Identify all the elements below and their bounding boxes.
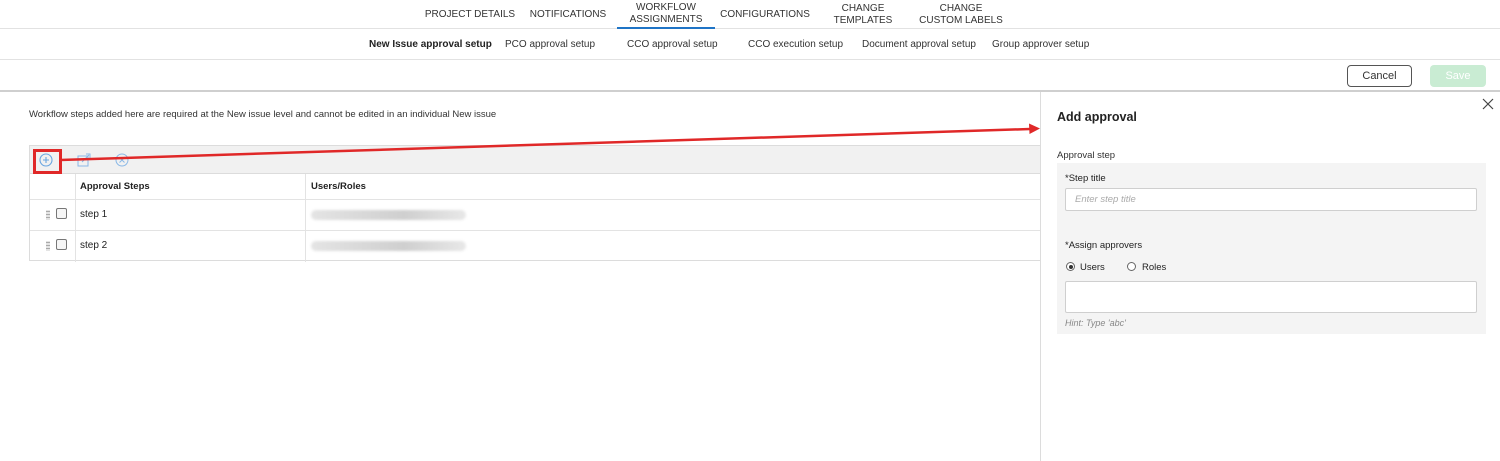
step-name: step 2 xyxy=(80,240,108,251)
approvers-hint: Hint: Type 'abc' xyxy=(1065,318,1126,328)
add-button-highlight xyxy=(33,149,62,174)
top-navigation: PROJECT DETAILS NOTIFICATIONS WORKFLOW A… xyxy=(0,0,1500,29)
workflow-notice: Workflow steps added here are required a… xyxy=(29,109,497,120)
tab-project-details[interactable]: PROJECT DETAILS xyxy=(420,0,520,29)
step-name: step 1 xyxy=(80,209,108,220)
approval-step-form: *Step title *Assign approvers Users Role… xyxy=(1057,163,1486,334)
radio-roles[interactable] xyxy=(1127,262,1136,271)
table-row[interactable]: step 1 xyxy=(30,199,1041,230)
cancel-button[interactable]: Cancel xyxy=(1347,65,1412,87)
approval-steps-grid: Approval Steps Users/Roles step 1 step 2 xyxy=(29,145,1041,262)
tab-change-custom-labels[interactable]: CHANGE CUSTOM LABELS xyxy=(917,0,1005,29)
assign-approvers-label: *Assign approvers xyxy=(1065,240,1143,251)
header-approval-steps[interactable]: Approval Steps xyxy=(80,174,150,199)
table-row[interactable]: step 2 xyxy=(30,230,1041,261)
panel-title: Add approval xyxy=(1057,110,1137,124)
edit-icon[interactable] xyxy=(76,152,92,168)
close-icon[interactable] xyxy=(1481,97,1495,111)
page: PROJECT DETAILS NOTIFICATIONS WORKFLOW A… xyxy=(0,0,1500,461)
subtab-pco-approval[interactable]: PCO approval setup xyxy=(505,29,595,60)
delete-icon[interactable] xyxy=(114,152,130,168)
sub-navigation: New Issue approval setup PCO approval se… xyxy=(0,29,1500,60)
grid-toolbar xyxy=(30,146,1041,174)
step-title-input[interactable] xyxy=(1065,188,1477,211)
action-bar: Cancel Save xyxy=(0,60,1500,92)
subtab-cco-execution[interactable]: CCO execution setup xyxy=(748,29,843,60)
redacted-approvers xyxy=(311,210,466,220)
row-checkbox[interactable] xyxy=(56,239,67,250)
subtab-group-approver[interactable]: Group approver setup xyxy=(992,29,1089,60)
add-approval-panel: Add approval Approval step *Step title *… xyxy=(1040,92,1500,461)
radio-users-label[interactable]: Users xyxy=(1080,262,1105,273)
tab-workflow-assignments[interactable]: WORKFLOW ASSIGNMENTS xyxy=(617,0,715,29)
radio-roles-label[interactable]: Roles xyxy=(1142,262,1166,273)
row-checkbox[interactable] xyxy=(56,208,67,219)
redacted-approvers xyxy=(311,241,466,251)
step-title-label: *Step title xyxy=(1065,173,1106,184)
tab-notifications[interactable]: NOTIFICATIONS xyxy=(527,0,609,29)
drag-handle-icon[interactable] xyxy=(46,241,50,251)
radio-users[interactable] xyxy=(1066,262,1075,271)
drag-handle-icon[interactable] xyxy=(46,210,50,220)
save-button[interactable]: Save xyxy=(1430,65,1486,87)
approvers-input[interactable] xyxy=(1065,281,1477,313)
subtab-cco-approval[interactable]: CCO approval setup xyxy=(627,29,718,60)
tab-change-templates[interactable]: CHANGE TEMPLATES xyxy=(814,0,912,29)
header-users-roles[interactable]: Users/Roles xyxy=(311,174,366,199)
subtab-document-approval[interactable]: Document approval setup xyxy=(862,29,976,60)
section-label: Approval step xyxy=(1057,150,1116,161)
tab-configurations[interactable]: CONFIGURATIONS xyxy=(720,0,810,29)
subtab-new-issue-approval[interactable]: New Issue approval setup xyxy=(369,29,492,60)
